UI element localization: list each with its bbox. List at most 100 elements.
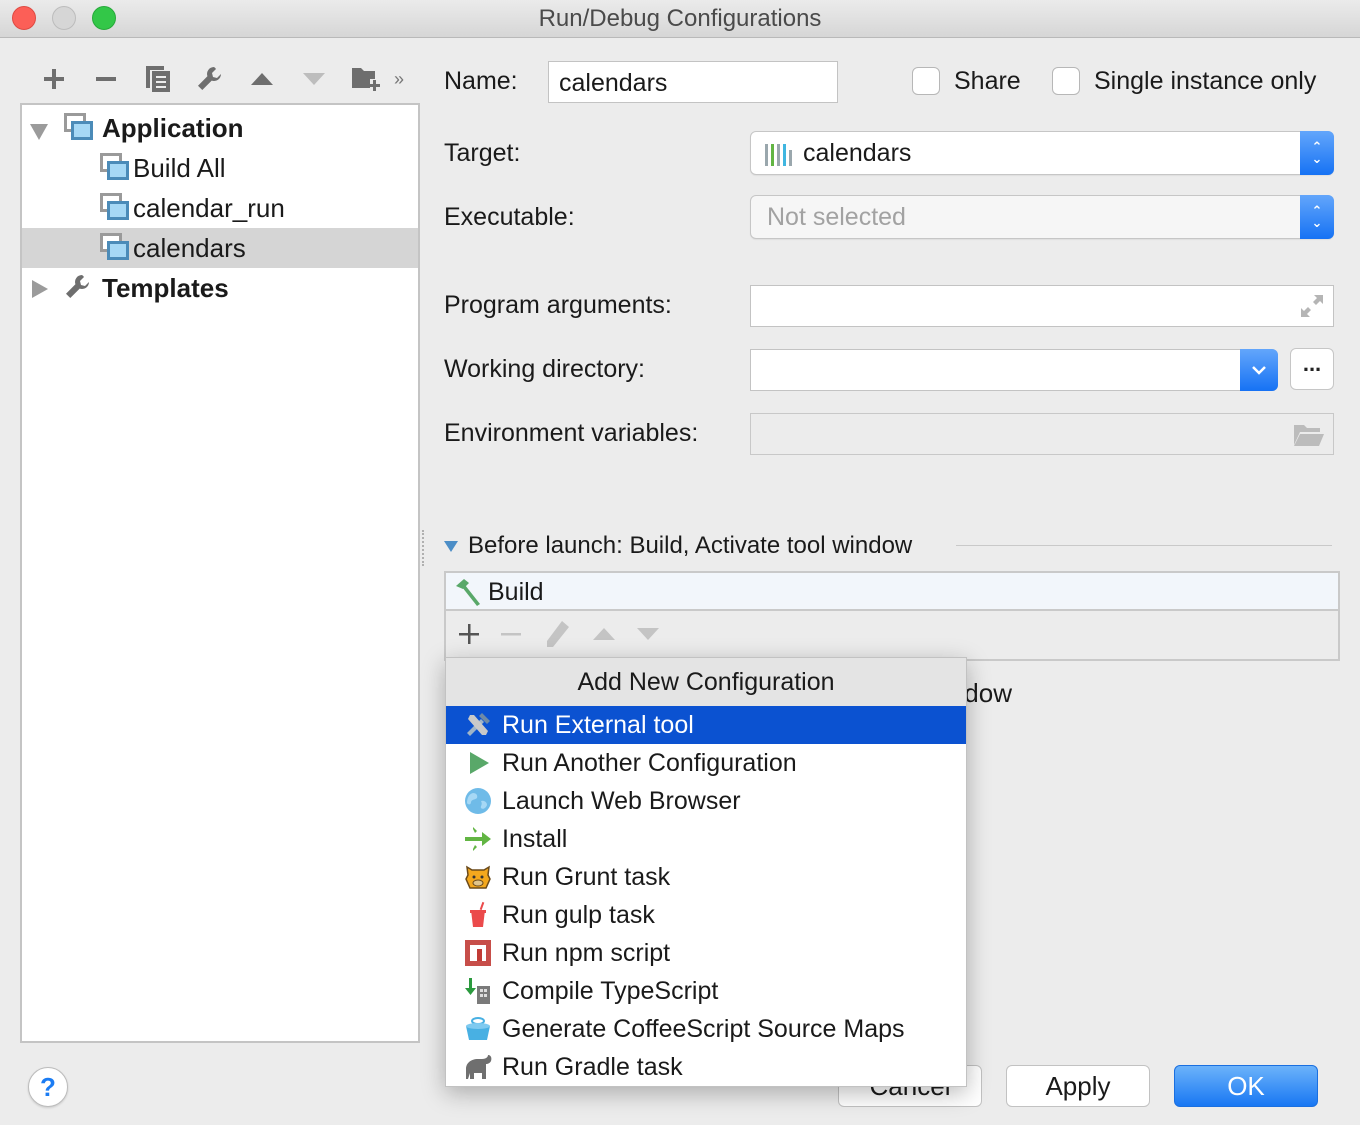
application-icon: [64, 113, 94, 143]
minus-icon: [96, 77, 116, 81]
collapse-arrow-icon[interactable]: [32, 280, 48, 298]
triangle-down-icon: [303, 73, 325, 85]
edit-defaults-button[interactable]: [184, 62, 236, 96]
menu-item-run-external-tool[interactable]: Run External tool: [446, 706, 966, 744]
env-vars-label: Environment variables:: [444, 419, 699, 447]
working-dir-label: Working directory:: [444, 355, 645, 383]
name-value: calendars: [559, 69, 668, 97]
menu-item-label: Generate CoffeeScript Source Maps: [502, 1015, 905, 1043]
remove-config-button[interactable]: [80, 62, 132, 96]
before-launch-title: Before launch: Build, Activate tool wind…: [468, 532, 913, 559]
executable-select[interactable]: Not selected ⌃ ⌄: [750, 195, 1334, 239]
title-bar: Run/Debug Configurations: [0, 0, 1360, 38]
add-new-configuration-popup: Add New Configuration Run External tool …: [445, 657, 967, 1087]
minus-icon[interactable]: [500, 623, 522, 645]
apply-button[interactable]: Apply: [1006, 1065, 1150, 1107]
expand-icon[interactable]: [1299, 293, 1325, 319]
tree-node-label: Templates: [102, 272, 229, 303]
triangle-up-icon: [251, 73, 273, 85]
menu-item-label: Run Gradle task: [502, 1053, 683, 1081]
wrench-icon: [64, 273, 94, 303]
npm-icon: [465, 940, 491, 966]
gulp-icon: [470, 901, 486, 927]
copy-config-button[interactable]: [132, 62, 184, 96]
triangle-up-icon[interactable]: [592, 627, 616, 641]
menu-item-label: Run gulp task: [502, 901, 655, 929]
menu-item-label: Run Another Configuration: [502, 749, 797, 777]
target-stepper-icon[interactable]: ⌃ ⌄: [1300, 131, 1334, 175]
browse-button[interactable]: ...: [1290, 348, 1334, 390]
hammer-icon: [456, 579, 480, 606]
target-select[interactable]: calendars ⌃ ⌄: [750, 131, 1334, 175]
executable-placeholder: Not selected: [767, 203, 906, 231]
name-label: Name:: [444, 67, 518, 95]
folder-open-icon[interactable]: [1293, 423, 1325, 447]
executable-stepper-icon[interactable]: ⌃ ⌄: [1300, 195, 1334, 239]
menu-item-run-another-configuration[interactable]: Run Another Configuration: [446, 744, 966, 782]
move-down-button[interactable]: [288, 62, 340, 96]
popup-title: Add New Configuration: [446, 658, 966, 706]
menu-item-install[interactable]: Install: [446, 820, 966, 858]
ok-button[interactable]: OK: [1174, 1065, 1318, 1107]
tree-node-build-all[interactable]: Build All: [22, 148, 418, 188]
triangle-down-icon[interactable]: [636, 627, 660, 641]
help-button[interactable]: ?: [28, 1067, 68, 1107]
menu-item-label: Run External tool: [502, 711, 694, 739]
menu-item-generate-coffeescript-source-maps[interactable]: Generate CoffeeScript Source Maps: [446, 1010, 966, 1048]
program-args-input[interactable]: [750, 285, 1334, 327]
share-checkbox[interactable]: [912, 67, 940, 95]
program-args-label: Program arguments:: [444, 291, 672, 319]
divider: [956, 545, 1332, 546]
external-tool-icon: [467, 713, 490, 736]
new-folder-button[interactable]: [340, 62, 392, 96]
menu-item-label: Launch Web Browser: [502, 787, 741, 815]
menu-item-run-gradle-task[interactable]: Run Gradle task: [446, 1048, 966, 1086]
tree-node-templates[interactable]: Templates: [22, 268, 418, 308]
typescript-icon: [465, 978, 490, 1004]
globe-icon: [465, 788, 491, 814]
plus-icon[interactable]: [458, 623, 480, 645]
menu-item-run-npm-script[interactable]: Run npm script: [446, 934, 966, 972]
application-icon: [100, 153, 130, 183]
splitter-handle[interactable]: [422, 530, 426, 566]
menu-item-compile-typescript[interactable]: Compile TypeScript: [446, 972, 966, 1010]
toolbar-overflow-button[interactable]: »: [394, 69, 404, 90]
name-input[interactable]: calendars: [548, 61, 838, 103]
play-icon: [470, 752, 489, 774]
folder-add-icon: [352, 68, 380, 91]
window-title: Run/Debug Configurations: [538, 5, 822, 32]
task-label: Build: [488, 578, 544, 606]
add-config-button[interactable]: [28, 62, 80, 96]
menu-item-run-grunt-task[interactable]: Run Grunt task: [446, 858, 966, 896]
before-launch-task[interactable]: Build: [446, 573, 1338, 611]
menu-item-label: Run Grunt task: [502, 863, 671, 891]
before-launch-list: Build: [444, 571, 1340, 661]
tree-node-label: calendar_run: [133, 192, 285, 223]
config-tree[interactable]: Application Build All calendar_run calen…: [20, 103, 420, 1043]
single-instance-checkbox[interactable]: [1052, 67, 1080, 95]
tree-node-application[interactable]: Application: [22, 108, 418, 148]
move-up-button[interactable]: [236, 62, 288, 96]
menu-item-label: Install: [502, 825, 568, 853]
chevron-down-icon: [1252, 366, 1266, 375]
tree-node-calendar-run[interactable]: calendar_run: [22, 188, 418, 228]
install-icon: [465, 827, 491, 851]
tree-node-label: Build All: [133, 152, 226, 183]
env-vars-input[interactable]: [750, 413, 1334, 455]
grunt-icon: [465, 865, 491, 889]
gradle-icon: [466, 1055, 492, 1079]
tree-node-label: calendars: [133, 232, 246, 263]
tree-node-calendars[interactable]: calendars: [22, 228, 418, 268]
pencil-icon[interactable]: [542, 619, 572, 649]
expand-arrow-icon[interactable]: [30, 124, 48, 140]
plus-icon: [44, 69, 64, 89]
before-launch-header[interactable]: Before launch: Build, Activate tool wind…: [444, 532, 912, 560]
menu-item-launch-web-browser[interactable]: Launch Web Browser: [446, 782, 966, 820]
menu-item-run-gulp-task[interactable]: Run gulp task: [446, 896, 966, 934]
application-icon: [100, 233, 130, 263]
application-icon: [100, 193, 130, 223]
working-dir-input[interactable]: [750, 349, 1278, 391]
share-label: Share: [954, 67, 1021, 95]
working-dir-dropdown-button[interactable]: [1240, 349, 1278, 391]
single-instance-label: Single instance only: [1094, 67, 1317, 95]
